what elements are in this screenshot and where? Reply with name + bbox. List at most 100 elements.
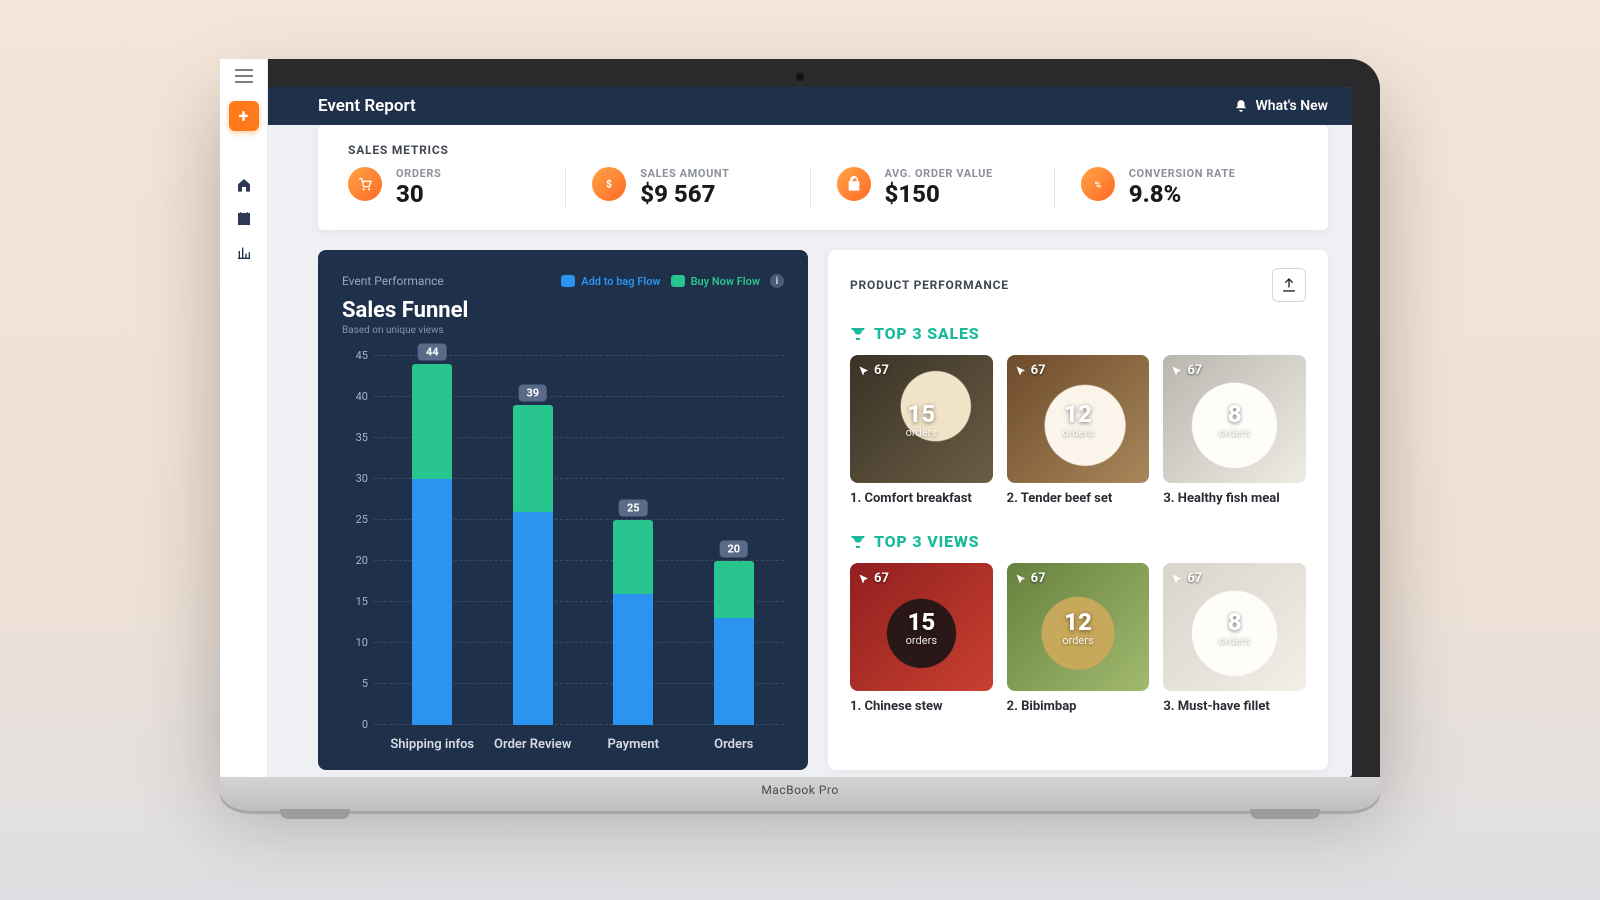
upload-icon bbox=[1281, 277, 1297, 293]
chart-bar-total-label: 44 bbox=[418, 344, 447, 361]
create-button[interactable]: + bbox=[248, 101, 259, 131]
product-orders-label: orders bbox=[906, 425, 937, 438]
chart-bar[interactable]: 25 bbox=[613, 356, 653, 725]
product-caption: 1. Comfort breakfast bbox=[850, 491, 993, 506]
cursor-icon bbox=[858, 364, 870, 376]
workspace: SALES METRICS ORDERS 30 bbox=[248, 125, 1352, 777]
product-orders-count: 8 bbox=[1228, 399, 1242, 427]
metrics-row: ORDERS 30 $ SALES AMOUNT $9 567 bbox=[348, 167, 1298, 208]
whats-new-button[interactable]: What's New bbox=[1234, 98, 1329, 114]
product-views-badge: 67 bbox=[1015, 571, 1046, 586]
metric-orders: ORDERS 30 bbox=[348, 167, 565, 208]
avg-order-icon bbox=[837, 167, 871, 201]
product-views-badge: 67 bbox=[1171, 571, 1202, 586]
laptop-brand: MacBook Pro bbox=[220, 777, 1380, 797]
metric-label: CONVERSION RATE bbox=[1129, 167, 1236, 180]
metric-avg-order-value: AVG. ORDER VALUE $150 bbox=[810, 167, 1054, 208]
product-card[interactable]: 6715orders 1. Comfort breakfast bbox=[850, 355, 993, 506]
chart-legend: Add to bag Flow Buy Now Flow i bbox=[561, 274, 784, 288]
product-caption: 2. Tender beef set bbox=[1007, 491, 1150, 506]
svg-text:%: % bbox=[1095, 180, 1102, 190]
product-card[interactable]: 6715orders 1. Chinese stew bbox=[850, 563, 993, 714]
product-caption: 3. Healthy fish meal bbox=[1163, 491, 1306, 506]
chart-header: Event Performance Add to bag Flow Buy No… bbox=[342, 274, 784, 288]
chart-bar[interactable]: 20 bbox=[714, 356, 754, 725]
laptop-base: MacBook Pro bbox=[220, 777, 1380, 811]
metric-label: ORDERS bbox=[396, 167, 441, 180]
product-views-badge: 67 bbox=[858, 363, 889, 378]
trophy-icon bbox=[850, 325, 866, 341]
whats-new-label: What's New bbox=[1256, 98, 1329, 114]
sidebar: + bbox=[248, 87, 268, 777]
product-caption: 3. Must-have fillet bbox=[1163, 699, 1306, 714]
metric-value: $150 bbox=[885, 180, 993, 208]
cursor-icon bbox=[1171, 572, 1183, 584]
product-image: 678orders bbox=[1163, 563, 1306, 691]
calendar-icon[interactable] bbox=[248, 211, 252, 227]
orders-icon bbox=[348, 167, 382, 201]
product-orders-label: orders bbox=[906, 633, 937, 646]
top-views-row: 6715orders1. Chinese stew6712orders2. Bi… bbox=[850, 563, 1306, 714]
sales-funnel-card: Event Performance Add to bag Flow Buy No… bbox=[318, 250, 808, 770]
product-card[interactable]: 6712orders 2. Tender beef set bbox=[1007, 355, 1150, 506]
product-image: 6712orders bbox=[1007, 355, 1150, 483]
product-orders-label: orders bbox=[1062, 633, 1093, 646]
product-orders-count: 15 bbox=[907, 607, 935, 635]
metric-value: 9.8% bbox=[1129, 180, 1236, 208]
chart-bar-add-to-bag bbox=[513, 512, 553, 725]
cursor-icon bbox=[1015, 364, 1027, 376]
product-image: 6715orders bbox=[850, 355, 993, 483]
top-sales-row: 6715orders 1. Comfort breakfast 6712orders… bbox=[850, 355, 1306, 506]
product-orders-count: 8 bbox=[1228, 607, 1242, 635]
home-icon[interactable] bbox=[248, 177, 252, 193]
legend-buy-now-label: Buy Now Flow bbox=[691, 274, 760, 287]
legend-swatch-blue bbox=[561, 275, 575, 287]
product-caption: 1. Chinese stew bbox=[850, 699, 993, 714]
chart-bar[interactable]: 39 bbox=[513, 356, 553, 725]
export-button[interactable] bbox=[1272, 268, 1306, 302]
chart-bar[interactable]: 44 bbox=[412, 356, 452, 725]
laptop-bezel: Event Report What's New + bbox=[220, 59, 1380, 777]
info-icon[interactable]: i bbox=[770, 274, 784, 288]
product-image: 6715orders bbox=[850, 563, 993, 691]
chart-subtitle: Based on unique views bbox=[342, 325, 784, 336]
legend-add-to-bag: Add to bag Flow bbox=[561, 274, 660, 287]
chart-bar-buy-now bbox=[714, 561, 754, 618]
product-card[interactable]: 67 12orders 2. Bibimbap bbox=[1007, 563, 1150, 714]
laptop-camera bbox=[796, 73, 804, 81]
metric-conversion-rate: % CONVERSION RATE 9.8% bbox=[1054, 167, 1298, 208]
product-orders-label: orders bbox=[1062, 425, 1093, 438]
product-orders-label: orders bbox=[1219, 425, 1250, 438]
legend-buy-now: Buy Now Flow bbox=[671, 274, 760, 287]
page-title: Event Report bbox=[318, 96, 416, 116]
product-card[interactable]: 67 8orders 3. Healthy fish meal bbox=[1163, 355, 1306, 506]
top-sales-heading: TOP 3 SALES bbox=[850, 324, 1306, 343]
chart-plot: 051015202530354045 44392520 bbox=[342, 356, 784, 725]
product-image: 67 8orders bbox=[1163, 355, 1306, 483]
product-card[interactable]: 678orders3. Must-have fillet bbox=[1163, 563, 1306, 714]
chart-xaxis-label: Payment bbox=[583, 737, 684, 752]
metric-value: 30 bbox=[396, 180, 441, 208]
chart-xaxis-label: Order Review bbox=[483, 737, 584, 752]
chart-xaxis: Shipping infosOrder ReviewPaymentOrders bbox=[342, 737, 784, 752]
chart-xaxis-label: Shipping infos bbox=[382, 737, 483, 752]
product-orders-count: 12 bbox=[1064, 607, 1092, 635]
product-views-badge: 67 bbox=[1171, 363, 1202, 378]
product-performance-header: PRODUCT PERFORMANCE bbox=[850, 268, 1306, 302]
cursor-icon bbox=[1015, 572, 1027, 584]
bell-icon bbox=[1234, 99, 1248, 113]
product-performance-card: PRODUCT PERFORMANCE TOP 3 SAL bbox=[828, 250, 1328, 770]
chart-bar-total-label: 20 bbox=[719, 541, 748, 558]
app-screen: Event Report What's New + bbox=[248, 87, 1352, 777]
product-views-badge: 67 bbox=[1015, 363, 1046, 378]
product-caption: 2. Bibimbap bbox=[1007, 699, 1150, 714]
sales-metrics-card: SALES METRICS ORDERS 30 bbox=[318, 125, 1328, 230]
laptop-frame: Event Report What's New + bbox=[220, 59, 1380, 811]
reports-icon[interactable] bbox=[248, 245, 252, 261]
product-performance-heading: PRODUCT PERFORMANCE bbox=[850, 278, 1009, 292]
chart-xaxis-label: Orders bbox=[684, 737, 785, 752]
chart-bars: 443925 20 bbox=[382, 356, 784, 725]
chart-bar-add-to-bag bbox=[613, 594, 653, 725]
chart-bar-buy-now bbox=[412, 364, 452, 479]
laptop-foot bbox=[1250, 809, 1320, 819]
